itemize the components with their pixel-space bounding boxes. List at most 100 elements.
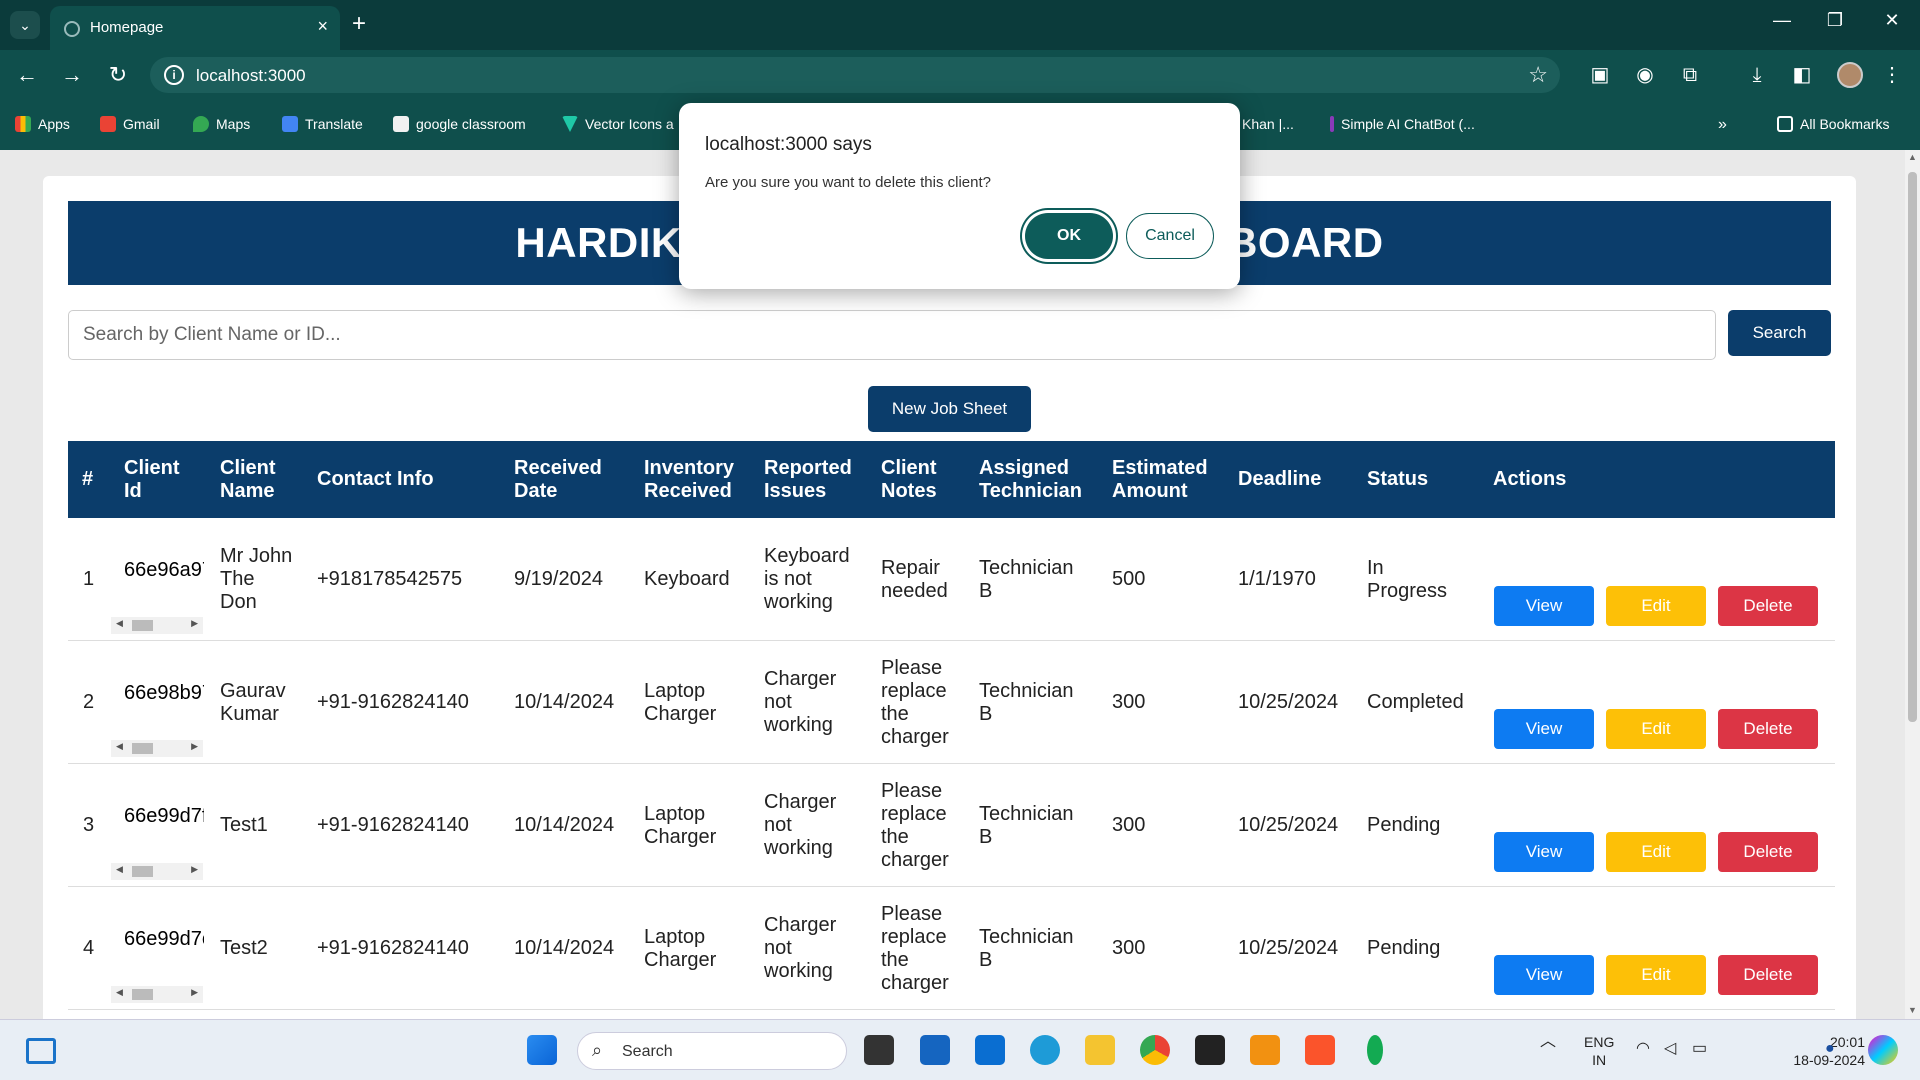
new-tab-button[interactable]: +	[352, 10, 366, 38]
edit-button[interactable]: Edit	[1606, 955, 1706, 995]
forward-arrow-icon[interactable]: →	[57, 62, 87, 88]
edit-button[interactable]: Edit	[1606, 832, 1706, 872]
profile-avatar[interactable]	[1837, 62, 1863, 88]
store-icon[interactable]	[920, 1035, 950, 1065]
close-window-button[interactable]: ✕	[1872, 10, 1912, 31]
region-label: IN	[1592, 1052, 1607, 1068]
bookmark-star-icon[interactable]: ☆	[1528, 62, 1548, 88]
delete-button[interactable]: Delete	[1718, 586, 1818, 626]
tab-search-button[interactable]: ⌄	[10, 11, 40, 39]
back-arrow-icon[interactable]: ←	[12, 62, 42, 88]
assigned-technician: Technician B	[979, 802, 1074, 848]
edit-button[interactable]: Edit	[1606, 586, 1706, 626]
bookmark-google-classroom[interactable]: google classroom	[393, 116, 526, 132]
more-bookmarks-chevron-icon[interactable]: »	[1718, 116, 1727, 134]
delete-button[interactable]: Delete	[1718, 955, 1818, 995]
deadline: 1/1/1970	[1238, 568, 1316, 590]
search-input[interactable]	[68, 310, 1716, 360]
scroll-thumb[interactable]	[1908, 172, 1917, 722]
column-header: #	[82, 468, 94, 490]
url-text: localhost:3000	[196, 66, 306, 85]
notification-bell-icon[interactable]: ●	[1825, 1040, 1835, 1058]
show-hidden-icons-chevron-icon[interactable]: ︿	[1540, 1033, 1556, 1051]
copilot-icon[interactable]	[1868, 1035, 1898, 1065]
client-notes: Please replace the charger	[881, 656, 949, 748]
column-header: Actions	[1493, 468, 1567, 490]
bookmark-label: Simple AI ChatBot (...	[1341, 116, 1475, 132]
clock[interactable]: 20:01 18-09-2024	[1775, 1033, 1865, 1069]
bookmark-translate[interactable]: Translate	[282, 116, 363, 132]
reload-icon[interactable]: ↻	[103, 62, 133, 88]
bookmark-vector-icons[interactable]: Vector Icons a	[562, 116, 674, 132]
view-button[interactable]: View	[1494, 586, 1594, 626]
bookmark-label: Translate	[305, 116, 363, 132]
view-button[interactable]: View	[1494, 832, 1594, 872]
bookmark-apps[interactable]: Apps	[15, 116, 70, 132]
status: Completed	[1367, 691, 1464, 713]
minimize-button[interactable]: —	[1762, 10, 1802, 31]
contact-info: +918178542575	[317, 568, 463, 590]
windows-start-icon[interactable]	[527, 1035, 557, 1065]
cell-scrollbar[interactable]: ◀ ▶	[111, 863, 203, 880]
screenshot-icon[interactable]: ▣	[1588, 63, 1612, 87]
classroom-icon	[393, 116, 409, 132]
maps-pin-icon	[193, 116, 209, 132]
site-info-icon[interactable]: i	[164, 65, 184, 85]
extension-circle-icon[interactable]: ◉	[1633, 63, 1657, 87]
ok-button[interactable]: OK	[1025, 213, 1113, 259]
windows-taskbar: ⌕ Search ︿ ENG IN ◠ ◁ ▭ 20:01 18-09-2024…	[0, 1019, 1920, 1080]
cell-scrollbar[interactable]: ◀ ▶	[111, 986, 203, 1003]
outlook-icon[interactable]	[975, 1035, 1005, 1065]
battery-icon[interactable]: ▭	[1692, 1040, 1707, 1058]
bookmark-label: Gmail	[123, 116, 160, 132]
taskbar-search[interactable]: ⌕ Search	[577, 1032, 847, 1070]
volume-icon[interactable]: ◁	[1664, 1040, 1676, 1058]
client-id: 66e96a97	[124, 559, 204, 581]
search-button[interactable]: Search	[1728, 310, 1831, 356]
row-number: 4	[83, 937, 95, 959]
scroll-down-arrow-icon[interactable]: ▼	[1905, 1005, 1920, 1019]
all-bookmarks[interactable]: All Bookmarks	[1777, 116, 1889, 132]
download-icon[interactable]: ⤓	[1745, 63, 1769, 87]
more-menu-icon[interactable]: ⋮	[1880, 63, 1904, 87]
task-view-icon[interactable]	[864, 1035, 894, 1065]
language-indicator[interactable]: ENG IN	[1584, 1033, 1614, 1069]
view-button[interactable]: View	[1494, 955, 1594, 995]
contact-info: +91-9162824140	[317, 814, 469, 836]
close-tab-icon[interactable]: ×	[317, 16, 328, 37]
view-button[interactable]: View	[1494, 709, 1594, 749]
maximize-button[interactable]: ❐	[1815, 10, 1855, 31]
brave-icon[interactable]	[1305, 1035, 1335, 1065]
scroll-up-arrow-icon[interactable]: ▲	[1905, 152, 1920, 166]
browser-tab-homepage[interactable]: Homepage ×	[50, 6, 340, 50]
cancel-button[interactable]: Cancel	[1126, 213, 1214, 259]
edit-button[interactable]: Edit	[1606, 709, 1706, 749]
sublime-text-icon[interactable]	[1250, 1035, 1280, 1065]
address-bar[interactable]: i localhost:3000 ☆	[150, 57, 1560, 93]
mongodb-icon[interactable]	[1367, 1035, 1383, 1065]
chrome-icon[interactable]	[1140, 1035, 1170, 1065]
bookmark-khan[interactable]: l Khan |...	[1235, 116, 1294, 132]
side-panel-icon[interactable]: ◧	[1790, 63, 1814, 87]
extensions-puzzle-icon[interactable]: ⧉	[1678, 63, 1702, 87]
cell-scrollbar[interactable]: ◀ ▶	[111, 617, 203, 634]
edge-icon[interactable]	[1030, 1035, 1060, 1065]
new-job-sheet-button[interactable]: New Job Sheet	[868, 386, 1031, 432]
wifi-icon[interactable]: ◠	[1636, 1040, 1650, 1058]
estimated-amount: 500	[1112, 568, 1146, 590]
page-scrollbar[interactable]: ▲ ▼	[1905, 150, 1920, 1019]
bookmark-simple-ai-chatbot[interactable]: Simple AI ChatBot (...	[1330, 116, 1475, 132]
terminal-icon[interactable]	[1195, 1035, 1225, 1065]
bookmark-gmail[interactable]: Gmail	[100, 116, 160, 132]
client-notes: Please replace the charger	[881, 779, 949, 871]
bookmark-maps[interactable]: Maps	[193, 116, 250, 132]
cell-scrollbar[interactable]: ◀ ▶	[111, 740, 203, 757]
delete-button[interactable]: Delete	[1718, 709, 1818, 749]
file-explorer-icon[interactable]	[1085, 1035, 1115, 1065]
received-date: 9/19/2024	[514, 568, 603, 590]
estimated-amount: 300	[1112, 814, 1146, 836]
widgets-icon[interactable]	[26, 1038, 56, 1064]
delete-button[interactable]: Delete	[1718, 832, 1818, 872]
status: In Progress	[1367, 556, 1448, 602]
column-header: Estimated Amount	[1112, 456, 1208, 502]
